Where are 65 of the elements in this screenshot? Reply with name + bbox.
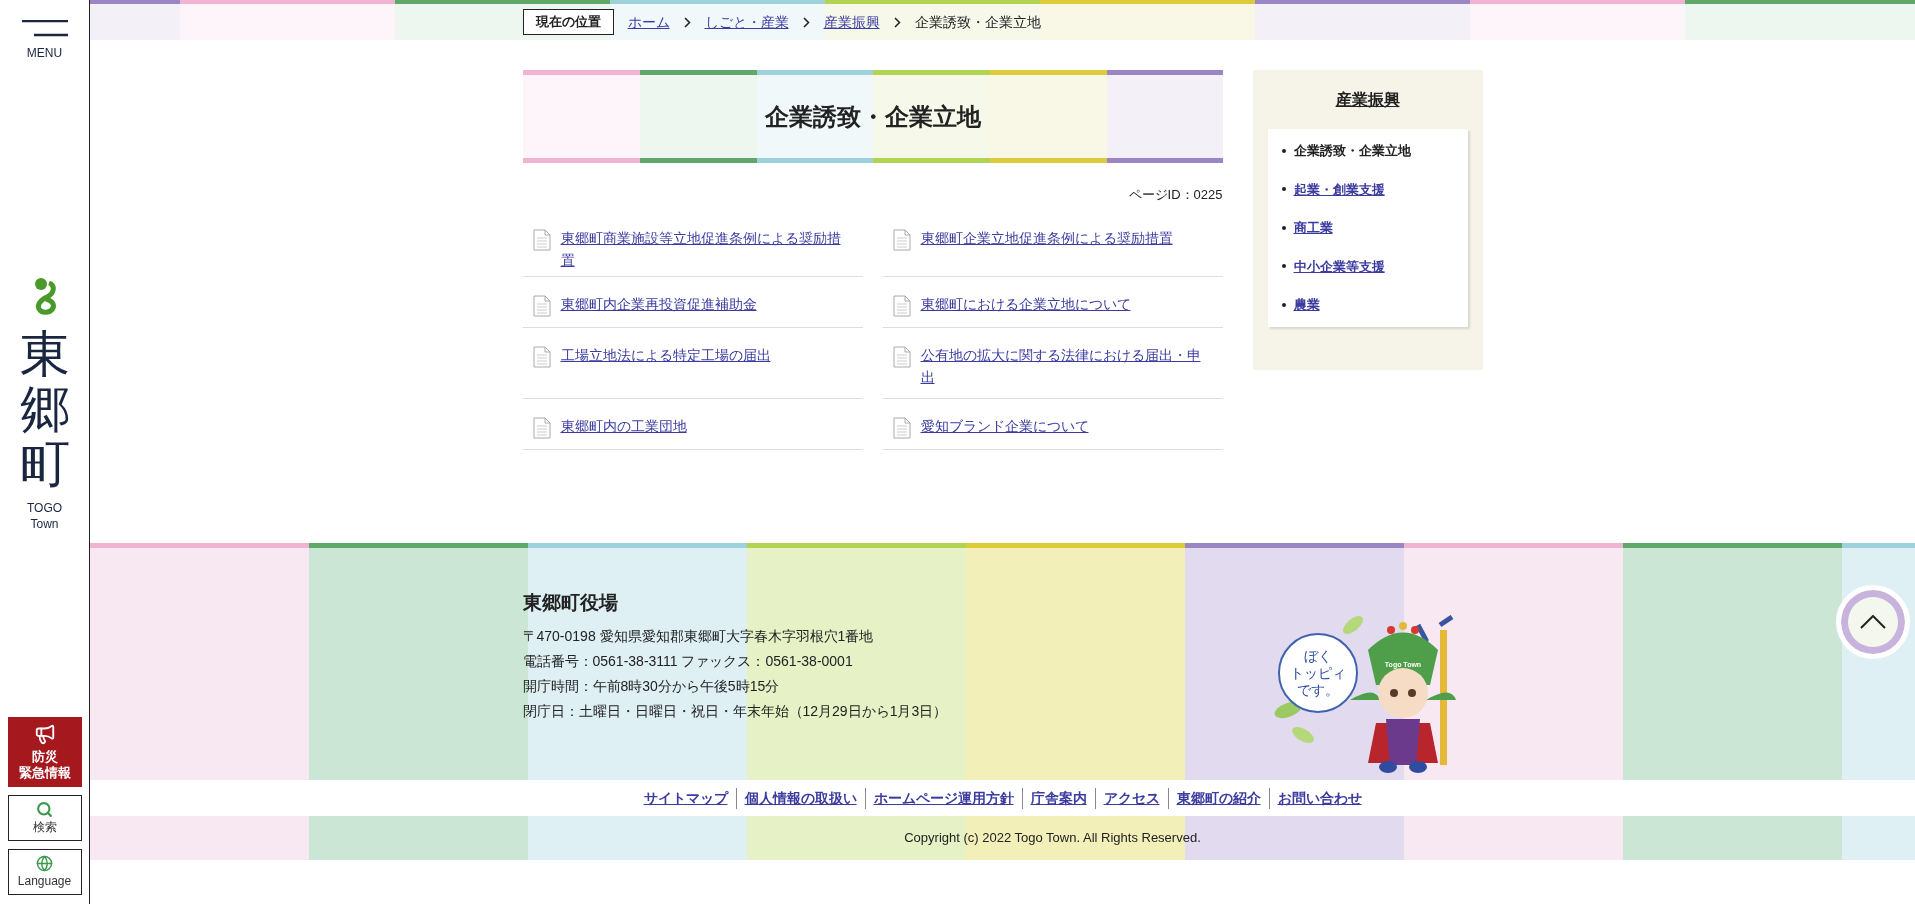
footer-link[interactable]: アクセス: [1094, 787, 1168, 809]
menu-button[interactable]: MENU: [21, 20, 68, 62]
document-icon: [892, 416, 911, 439]
document-icon: [532, 294, 551, 317]
page-link[interactable]: 東郷町内の工業団地: [560, 414, 687, 449]
office-info: 閉庁日：土曜日・日曜日・祝日・年末年始（12月29日から1月3日）: [522, 701, 948, 721]
footer-link[interactable]: お問い合わせ: [1268, 787, 1370, 809]
copyright: Copyright (c) 2022 Togo Town. All Rights Reserved.: [903, 829, 1202, 848]
footer-link[interactable]: サイトマップ: [635, 787, 736, 809]
footer-link[interactable]: 庁舎案内: [1021, 787, 1095, 809]
breadcrumb-link[interactable]: しごと・産業: [704, 11, 789, 33]
chevron-up-icon: [1860, 615, 1886, 629]
speech-text: トッピィ: [1289, 664, 1346, 682]
search-icon: [36, 800, 53, 818]
footer-link[interactable]: ホームページ運用方針: [864, 787, 1022, 809]
office-info: 〒470-0198 愛知県愛知郡東郷町大字春木字羽根穴1番地: [522, 626, 875, 646]
side-nav-item[interactable]: 農業: [1293, 295, 1320, 315]
office-name: 東郷町役場: [522, 591, 619, 615]
side-nav-item[interactable]: 商工業: [1293, 218, 1333, 238]
menu-icon: [21, 20, 68, 38]
document-icon: [892, 228, 911, 251]
speech-text: ぼく: [1303, 647, 1332, 665]
side-nav-title: 産業振興: [1335, 90, 1400, 110]
page-link[interactable]: 工場立地法による特定工場の届出: [560, 343, 771, 398]
page-link[interactable]: 東郷町における企業立地について: [920, 292, 1131, 327]
document-icon: [532, 416, 551, 439]
side-nav-item[interactable]: 起業・創業支援: [1293, 179, 1385, 199]
side-nav-item[interactable]: 中小企業等支援: [1293, 256, 1385, 276]
search-button[interactable]: 検索: [7, 795, 82, 841]
breadcrumb-link[interactable]: ホーム: [627, 11, 670, 33]
town-name: 東郷町: [19, 327, 70, 492]
office-info: 電話番号：0561-38-3111 ファックス：0561-38-0001: [522, 651, 854, 671]
language-button[interactable]: Language: [7, 849, 82, 895]
town-subtitle: Town: [30, 516, 59, 532]
page-link[interactable]: 愛知ブランド企業について: [920, 414, 1089, 449]
document-icon: [532, 345, 551, 368]
chevron-right-icon: [683, 16, 691, 28]
footer-link[interactable]: 東郷町の紹介: [1167, 787, 1269, 809]
town-subtitle: TOGO: [26, 500, 63, 516]
bullet-icon: [1281, 187, 1286, 192]
bullet-icon: [1281, 148, 1286, 153]
bullet-icon: [1281, 264, 1286, 269]
globe-icon: [36, 854, 53, 872]
page-link[interactable]: 東郷町内企業再投資促進補助金: [560, 292, 757, 327]
breadcrumb-link[interactable]: 産業振興: [823, 11, 880, 33]
document-icon: [892, 345, 911, 368]
breadcrumb-current: 企業誘致・企業立地: [914, 12, 1041, 32]
page-id: ページID：0225: [1128, 186, 1223, 204]
bullet-icon: [1281, 225, 1286, 230]
page-title: 企業誘致・企業立地: [522, 70, 1223, 163]
emergency-info-button[interactable]: 防災 緊急情報: [7, 717, 82, 787]
chevron-right-icon: [893, 16, 901, 28]
document-icon: [892, 294, 911, 317]
megaphone-icon: [33, 723, 56, 745]
footer-link[interactable]: 個人情報の取扱い: [735, 787, 865, 809]
bullet-icon: [1281, 302, 1286, 307]
side-nav-item[interactable]: 企業誘致・企業立地: [1293, 141, 1411, 161]
speech-text: です。: [1296, 681, 1339, 699]
document-icon: [532, 228, 551, 251]
chevron-right-icon: [802, 16, 810, 28]
location-label: 現在の位置: [522, 9, 614, 35]
page-link[interactable]: 東郷町企業立地促進条例による奨励措置: [920, 226, 1173, 276]
page-link[interactable]: 東郷町商業施設等立地促進条例による奨励措置: [560, 226, 853, 276]
page-link[interactable]: 公有地の拡大に関する法律における届出・申出: [920, 343, 1213, 398]
office-info: 開庁時間：午前8時30分から午後5時15分: [522, 676, 781, 696]
